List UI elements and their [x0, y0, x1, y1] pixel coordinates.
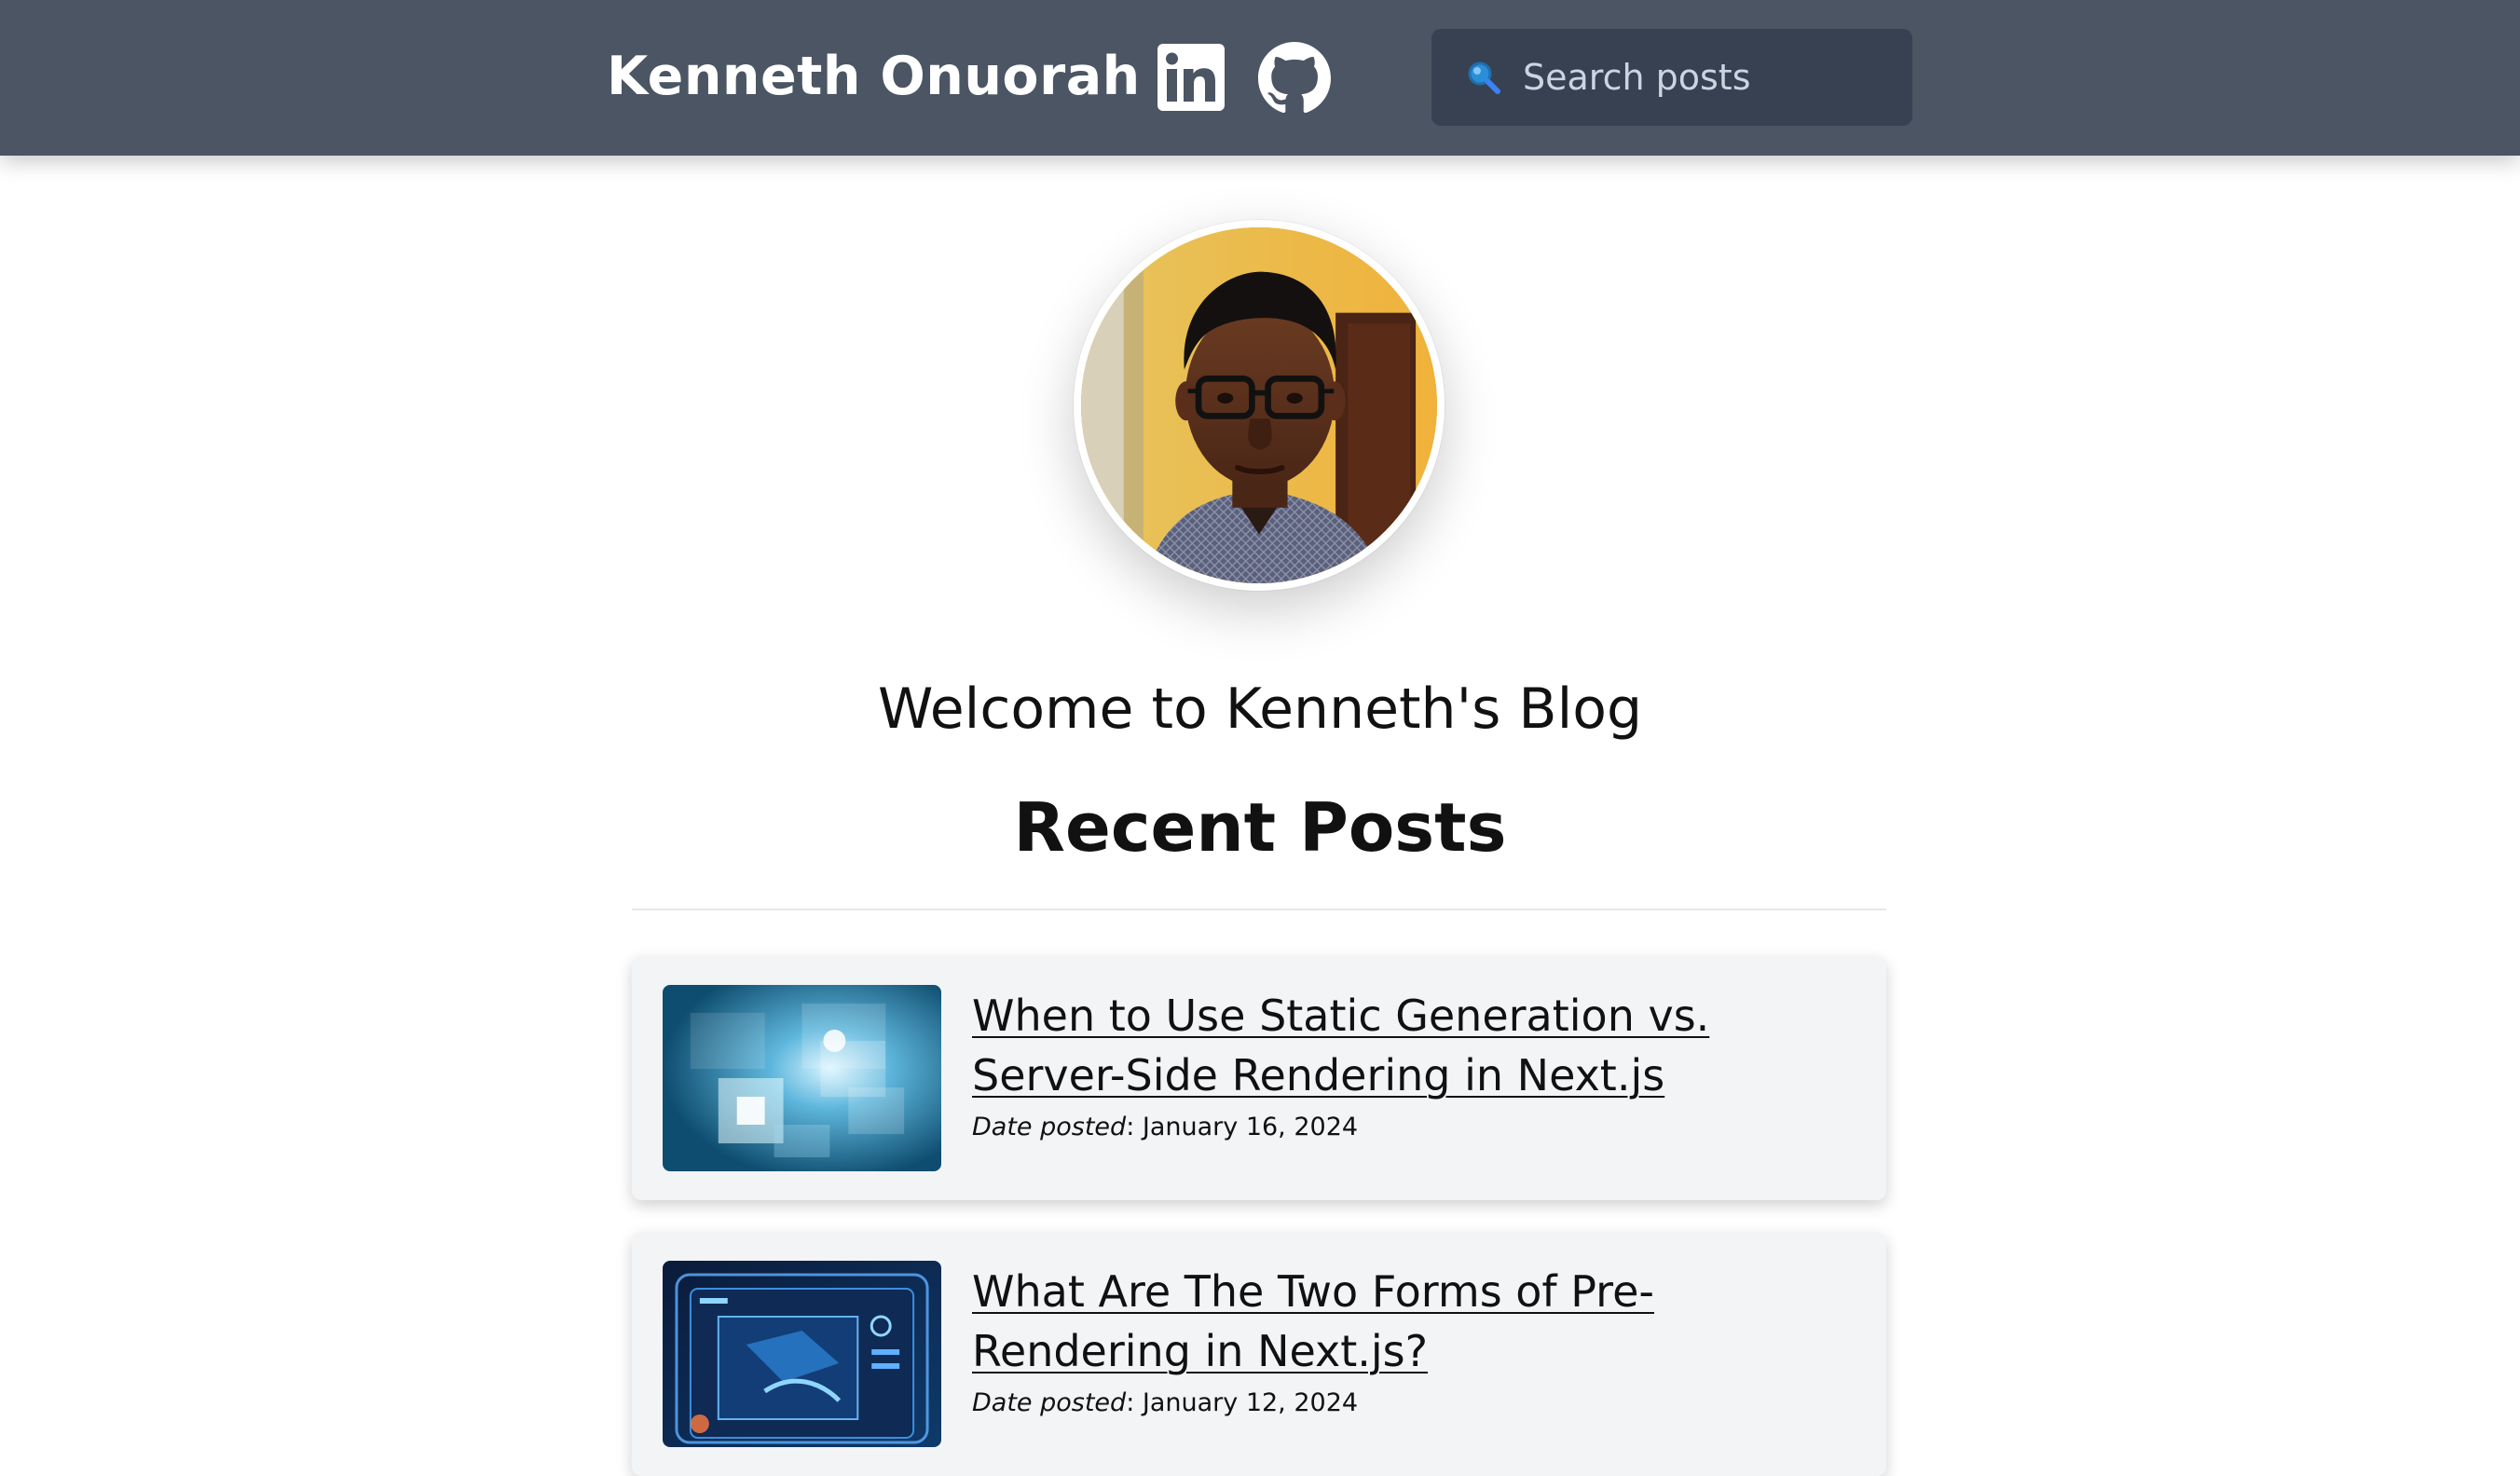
- linkedin-icon[interactable]: [1157, 44, 1225, 111]
- post-card: What Are The Two Forms of Pre-Rendering …: [632, 1232, 1886, 1476]
- post-title-link[interactable]: When to Use Static Generation vs. Server…: [972, 986, 1848, 1105]
- recent-posts-heading: Recent Posts: [1013, 788, 1507, 867]
- post-date: Date posted: January 12, 2024: [972, 1388, 1359, 1417]
- post-title-link[interactable]: What Are The Two Forms of Pre-Rendering …: [972, 1262, 1848, 1381]
- post-date: Date posted: January 16, 2024: [972, 1113, 1359, 1141]
- section-divider: [632, 909, 1886, 910]
- post-date-value: January 12, 2024: [1142, 1388, 1359, 1417]
- post-date-label: Date posted: [972, 1113, 1127, 1141]
- profile-avatar: [1074, 220, 1445, 591]
- post-date-value: January 16, 2024: [1142, 1113, 1359, 1141]
- github-icon[interactable]: [1258, 42, 1331, 115]
- search-input[interactable]: [1523, 57, 1914, 98]
- post-thumbnail[interactable]: [663, 985, 941, 1171]
- site-header: Kenneth Onuorah: [0, 0, 2520, 156]
- site-brand-link[interactable]: Kenneth Onuorah: [607, 46, 1141, 107]
- post-thumbnail[interactable]: [663, 1261, 941, 1447]
- search-box: [1431, 29, 1914, 126]
- welcome-text: Welcome to Kenneth's Blog: [877, 676, 1643, 742]
- post-card: When to Use Static Generation vs. Server…: [632, 956, 1886, 1200]
- post-date-label: Date posted: [972, 1388, 1127, 1417]
- search-icon: [1468, 62, 1500, 94]
